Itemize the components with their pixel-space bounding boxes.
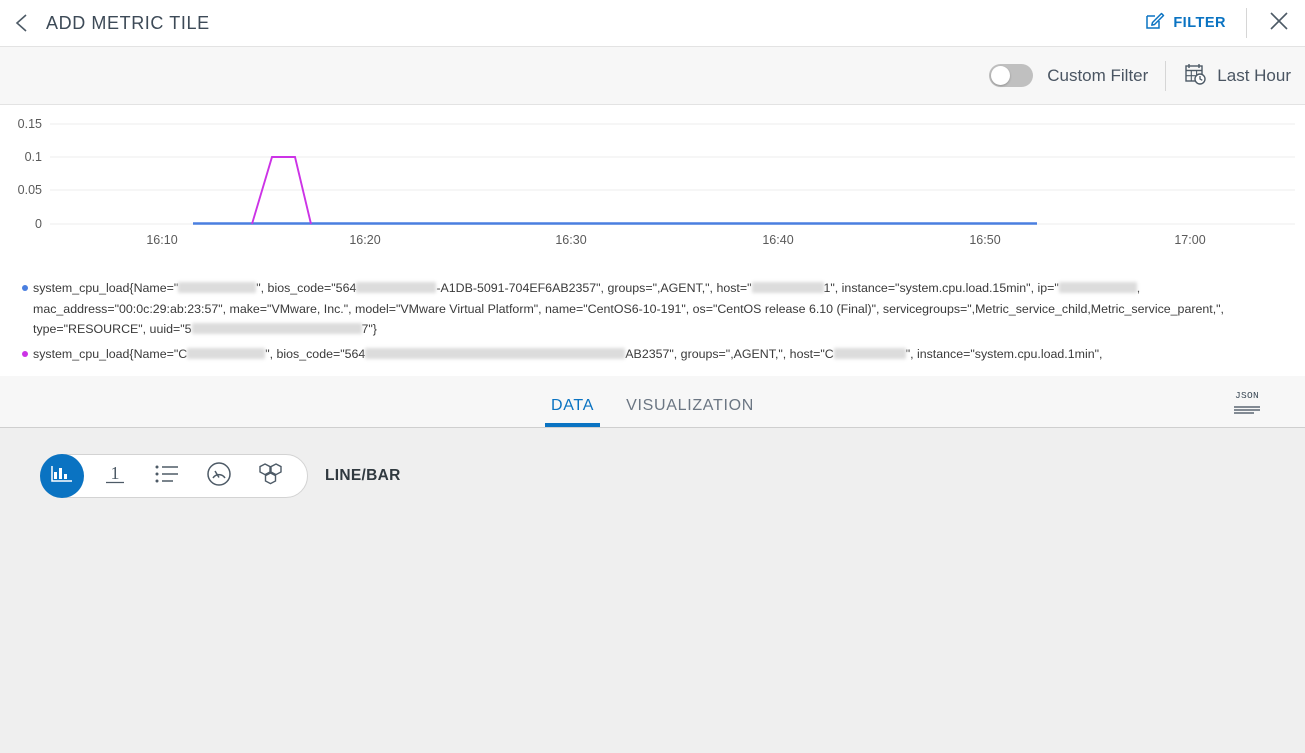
json-view-button[interactable]: JSON: [1233, 390, 1261, 419]
json-lines-icon: [1233, 401, 1261, 419]
list-icon: [154, 463, 180, 490]
calendar-clock-icon: [1183, 61, 1208, 91]
close-button[interactable]: [1253, 0, 1305, 47]
redacted-value: [833, 347, 906, 359]
filter-button[interactable]: FILTER: [1130, 10, 1240, 36]
x-tick-label: 16:30: [555, 233, 586, 247]
filter-button-label: FILTER: [1173, 15, 1226, 31]
x-tick-label: 17:00: [1174, 233, 1205, 247]
redacted-value: [187, 347, 266, 359]
x-tick-label: 16:20: [349, 233, 380, 247]
x-tick-label: 16:10: [146, 233, 177, 247]
header-divider: [1246, 8, 1247, 38]
y-tick-label: 0.1: [25, 150, 42, 164]
chart-type-honeycomb[interactable]: [245, 454, 297, 498]
toolbar-divider: [1165, 60, 1167, 91]
chart-type-list[interactable]: [141, 454, 193, 498]
chart-type-single-value[interactable]: 1: [89, 454, 141, 498]
redacted-value: [191, 323, 362, 334]
chart-svg: 0.15 0.1 0.05 0 16:10 16:20 16:30 16:40 …: [18, 117, 1295, 247]
custom-filter-toggle[interactable]: [989, 64, 1034, 87]
gauge-icon: [205, 460, 233, 493]
config-panel: DATA VISUALIZATION JSON 1 LINE/BAR: [0, 376, 1305, 753]
page-title: ADD METRIC TILE: [46, 12, 210, 33]
add-metric-tile-dialog: ADD METRIC TILE FILTER Custom Filter Las…: [0, 0, 1305, 753]
legend-entry-text: system_cpu_load{Name="C ", bios_code="564…: [33, 346, 1103, 361]
legend-entry[interactable]: system_cpu_load{Name=" ", bios_code="564-…: [0, 278, 1305, 340]
header-actions: FILTER: [1130, 0, 1305, 47]
chart-gridlines: [50, 123, 1295, 225]
legend-entry[interactable]: system_cpu_load{Name="C ", bios_code="564…: [0, 344, 1305, 365]
custom-filter-toggle-group: Custom Filter: [989, 64, 1148, 87]
tab-data[interactable]: DATA: [535, 397, 610, 427]
x-tick-label: 16:50: [969, 233, 1000, 247]
custom-filter-label: Custom Filter: [1047, 65, 1149, 85]
y-tick-label: 0.15: [18, 117, 42, 131]
redacted-value: [1058, 282, 1137, 293]
toggle-knob: [991, 66, 1011, 85]
close-x-icon: [1268, 10, 1290, 37]
single-value-icon: 1: [102, 461, 128, 492]
bar-chart-icon: [50, 463, 74, 490]
metric-chart: 0.15 0.1 0.05 0 16:10 16:20 16:30 16:40 …: [0, 105, 1305, 273]
chart-y-axis-labels: 0.15 0.1 0.05 0: [18, 117, 42, 231]
redacted-value: [751, 282, 824, 293]
chart-legend: system_cpu_load{Name=" ", bios_code="564-…: [0, 278, 1305, 376]
svg-text:1: 1: [111, 463, 120, 483]
redacted-value: [178, 282, 257, 293]
dialog-header: ADD METRIC TILE FILTER: [0, 0, 1305, 47]
edit-pencil-icon: [1144, 10, 1165, 36]
x-tick-label: 16:40: [762, 233, 793, 247]
chart-type-line-bar[interactable]: [40, 454, 84, 498]
y-tick-label: 0: [35, 217, 42, 231]
redacted-value: [356, 282, 437, 293]
chevron-left-icon: [14, 12, 30, 34]
tab-visualization[interactable]: VISUALIZATION: [610, 397, 770, 427]
filter-toolbar: Custom Filter Last Hour: [0, 47, 1305, 105]
back-button[interactable]: [0, 0, 44, 47]
legend-color-dot: [22, 285, 28, 291]
chart-type-gauge[interactable]: [193, 454, 245, 498]
time-range-selector[interactable]: Last Hour: [1183, 61, 1297, 91]
redacted-value: [365, 347, 626, 359]
json-button-label: JSON: [1234, 390, 1259, 401]
chart-type-label: LINE/BAR: [325, 467, 401, 484]
legend-entry-text: system_cpu_load{Name=" ", bios_code="564-…: [33, 281, 1224, 336]
panel-tabs: DATA VISUALIZATION JSON: [0, 376, 1305, 428]
y-tick-label: 0.05: [18, 183, 42, 197]
honeycomb-icon: [257, 461, 285, 492]
legend-color-dot: [22, 350, 28, 357]
chart-x-axis-labels: 16:10 16:20 16:30 16:40 16:50 17:00: [146, 233, 1205, 247]
chart-type-selector: 1 LINE/BAR: [40, 454, 401, 498]
time-range-label: Last Hour: [1217, 65, 1291, 85]
